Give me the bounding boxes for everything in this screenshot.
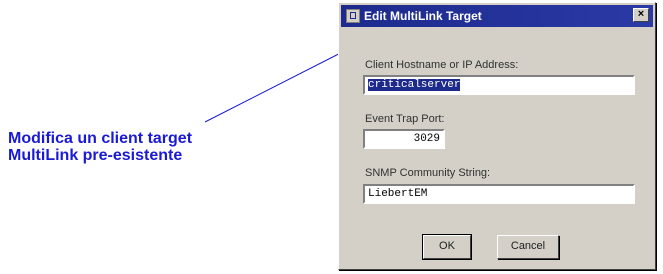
hostname-value: criticalserver bbox=[368, 79, 461, 91]
annotation-line-2: MultiLink pre-esistente bbox=[8, 147, 183, 164]
close-icon[interactable]: × bbox=[633, 8, 649, 22]
hostname-field[interactable]: criticalserver bbox=[363, 75, 635, 95]
edit-multilink-target-dialog: Edit MultiLink Target × Client Hostname … bbox=[338, 2, 656, 270]
annotation-text: Modifica un client target MultiLink pre-… bbox=[8, 130, 192, 164]
ok-button[interactable]: OK bbox=[422, 234, 472, 260]
window-icon bbox=[346, 9, 360, 23]
community-value: LiebertEM bbox=[368, 188, 428, 200]
annotation-line-1: Modifica un client target bbox=[8, 130, 193, 147]
community-label: SNMP Community String: bbox=[365, 167, 491, 179]
dialog-titlebar[interactable]: Edit MultiLink Target × bbox=[341, 5, 653, 27]
dialog-title: Edit MultiLink Target bbox=[364, 9, 482, 23]
community-field[interactable]: LiebertEM bbox=[363, 184, 635, 204]
port-field[interactable]: 3029 bbox=[363, 129, 445, 149]
port-label: Event Trap Port: bbox=[365, 113, 445, 125]
hostname-label: Client Hostname or IP Address: bbox=[365, 59, 519, 71]
port-value: 3029 bbox=[413, 133, 440, 145]
cancel-button[interactable]: Cancel bbox=[497, 235, 559, 259]
